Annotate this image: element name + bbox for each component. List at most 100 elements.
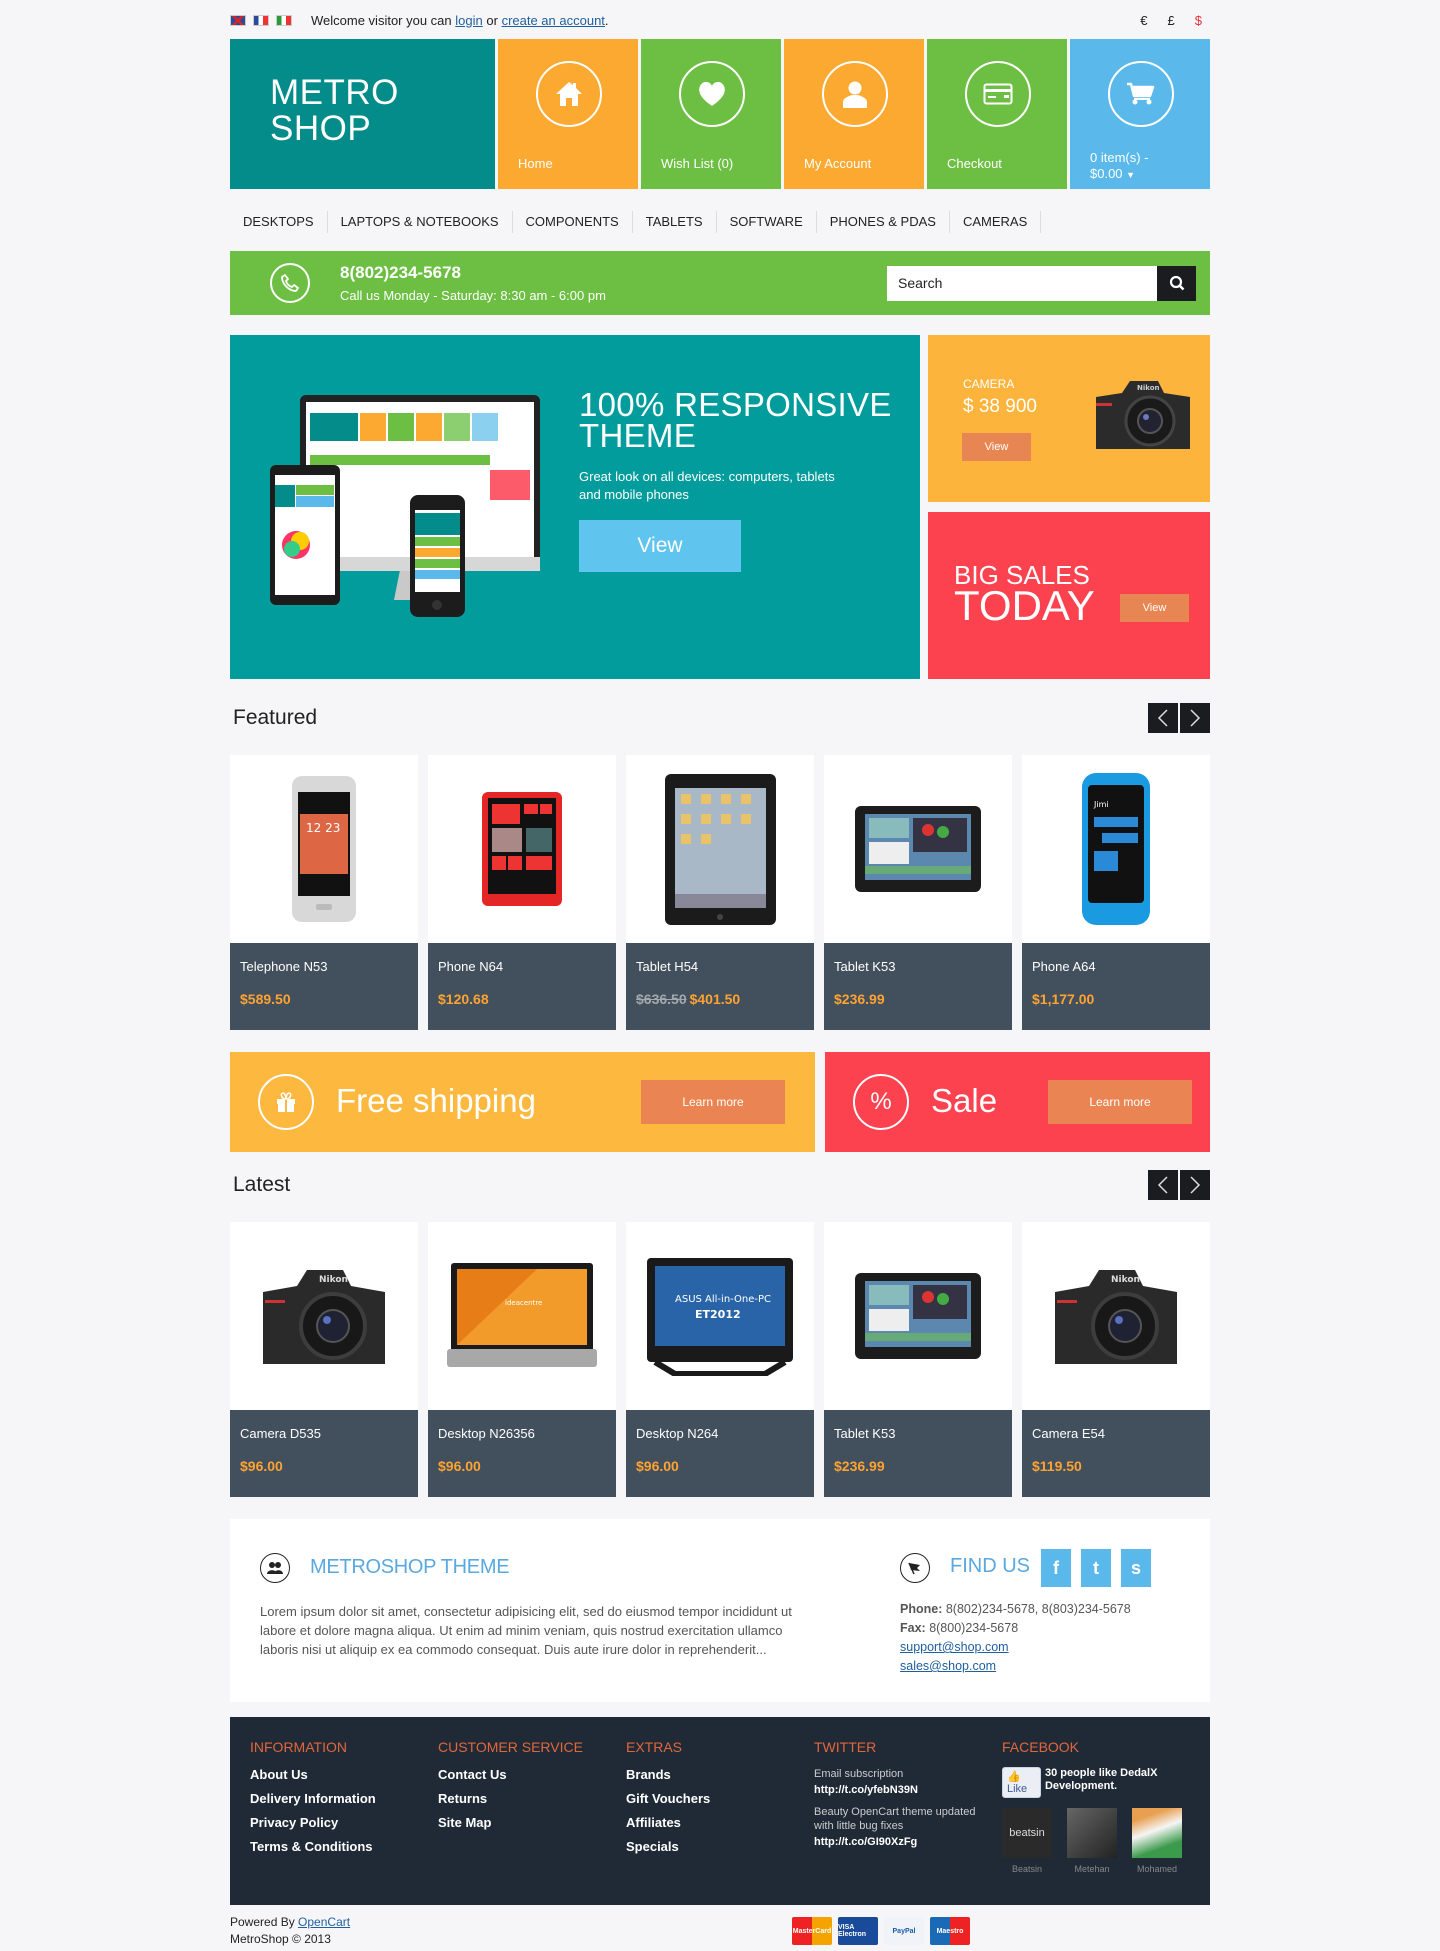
flag-icon bbox=[900, 1553, 930, 1583]
product-card[interactable]: Phone N64 $120.68 bbox=[428, 755, 616, 1030]
nav-tile-cart[interactable]: 0 item(s) - $0.00 ▼ bbox=[1070, 39, 1210, 189]
footer-link-contact[interactable]: Contact Us bbox=[438, 1767, 583, 1782]
featured-next-button[interactable] bbox=[1180, 703, 1210, 733]
promo-camera-view-button[interactable]: View bbox=[962, 433, 1031, 461]
menu-item-cameras[interactable]: CAMERAS bbox=[950, 211, 1042, 233]
sales-email-link[interactable]: sales@shop.com bbox=[900, 1659, 996, 1673]
nav-tile-checkout[interactable]: Checkout bbox=[927, 39, 1067, 189]
menu-item-components[interactable]: COMPONENTS bbox=[513, 211, 633, 233]
footer-link-about[interactable]: About Us bbox=[250, 1767, 376, 1782]
create-account-link[interactable]: create an account bbox=[502, 13, 605, 28]
contact-info: Phone: 8(802)234-5678, 8(803)234-5678 Fa… bbox=[900, 1600, 1131, 1676]
logo[interactable]: METRO SHOP bbox=[230, 39, 495, 189]
free-shipping-learn-more-button[interactable]: Learn more bbox=[641, 1080, 785, 1124]
menu-item-software[interactable]: SOFTWARE bbox=[717, 211, 817, 233]
product-card[interactable]: Nikon Camera E54 $119.50 bbox=[1022, 1222, 1210, 1497]
about-title: METROSHOP THEME bbox=[310, 1556, 510, 1578]
menu-item-tablets[interactable]: TABLETS bbox=[633, 211, 717, 233]
call-hours: Call us Monday - Saturday: 8:30 am - 6:0… bbox=[340, 288, 606, 303]
product-price-value: $401.50 bbox=[689, 991, 741, 1007]
product-image bbox=[428, 755, 616, 943]
footer-link-returns[interactable]: Returns bbox=[438, 1791, 583, 1806]
footer-twitter-title: TWITTER bbox=[814, 1739, 877, 1755]
latest-prev-button[interactable] bbox=[1148, 1170, 1178, 1200]
facebook-fan[interactable]: Mohamed bbox=[1132, 1808, 1182, 1874]
tweet-link[interactable]: http://t.co/GI90XzFg bbox=[814, 1836, 984, 1848]
product-image bbox=[626, 755, 814, 943]
tweet-link[interactable]: http://t.co/yfebN39N bbox=[814, 1784, 984, 1796]
product-card[interactable]: Tablet K53 $236.99 bbox=[824, 1222, 1012, 1497]
welcome-text: Welcome visitor you can login or create … bbox=[311, 13, 609, 28]
facebook-icon[interactable]: f bbox=[1041, 1549, 1071, 1587]
phone-silver-image: 12 23 bbox=[292, 776, 356, 922]
product-price-value: $236.99 bbox=[834, 991, 885, 1007]
menu-item-desktops[interactable]: DESKTOPS bbox=[230, 211, 328, 233]
product-info: Camera E54 $119.50 bbox=[1022, 1410, 1210, 1497]
product-info: Desktop N264 $96.00 bbox=[626, 1410, 814, 1497]
product-card[interactable]: Nikon Camera D535 $96.00 bbox=[230, 1222, 418, 1497]
currency-euro[interactable]: € bbox=[1140, 13, 1147, 28]
search-input[interactable] bbox=[887, 265, 1157, 301]
product-image: ASUS All-in-One-PC ET2012 bbox=[626, 1222, 814, 1410]
footer-link-vouchers[interactable]: Gift Vouchers bbox=[626, 1791, 710, 1806]
footer-link-brands[interactable]: Brands bbox=[626, 1767, 710, 1782]
uk-flag-icon[interactable] bbox=[230, 14, 246, 26]
login-link[interactable]: login bbox=[455, 13, 482, 28]
menu-item-phones[interactable]: PHONES & PDAS bbox=[817, 211, 950, 233]
latest-next-button[interactable] bbox=[1180, 1170, 1210, 1200]
featured-products: 12 23 Telephone N53 $589.50 Phone N64 $1… bbox=[230, 755, 1210, 1030]
menu-item-laptops[interactable]: LAPTOPS & NOTEBOOKS bbox=[328, 211, 513, 233]
cart-items: 0 item(s) - bbox=[1090, 150, 1149, 165]
facebook-fan[interactable]: beatsin Beatsin bbox=[1002, 1808, 1052, 1874]
product-card[interactable]: Tablet K53 $236.99 bbox=[824, 755, 1012, 1030]
product-name: Desktop N26356 bbox=[438, 1426, 535, 1441]
footer-link-delivery[interactable]: Delivery Information bbox=[250, 1791, 376, 1806]
chevron-left-icon bbox=[1157, 709, 1168, 727]
search-button[interactable] bbox=[1157, 265, 1196, 301]
footer-link-terms[interactable]: Terms & Conditions bbox=[250, 1839, 376, 1854]
period: . bbox=[604, 12, 609, 28]
nav-tile-home[interactable]: Home bbox=[498, 39, 638, 189]
product-card[interactable]: ASUS All-in-One-PC ET2012 Desktop N264 $9… bbox=[626, 1222, 814, 1497]
currency-pound[interactable]: £ bbox=[1168, 13, 1175, 28]
facebook-fans: beatsin Beatsin Metehan Mohamed bbox=[1002, 1808, 1192, 1874]
credit-card-icon bbox=[965, 61, 1031, 127]
currency-dollar[interactable]: $ bbox=[1195, 13, 1202, 28]
product-card[interactable]: Jimi Phone A64 $1,177.00 bbox=[1022, 755, 1210, 1030]
fr-flag-icon[interactable] bbox=[253, 14, 269, 26]
footer-link-sitemap[interactable]: Site Map bbox=[438, 1815, 583, 1830]
footer-link-affiliates[interactable]: Affiliates bbox=[626, 1815, 710, 1830]
responsive-devices-image bbox=[270, 395, 540, 617]
fan-avatar: beatsin bbox=[1002, 1808, 1052, 1858]
product-card[interactable]: ideacentre Desktop N26356 $96.00 bbox=[428, 1222, 616, 1497]
twitter-icon[interactable]: t bbox=[1081, 1549, 1111, 1587]
category-menu: DESKTOPS LAPTOPS & NOTEBOOKS COMPONENTS … bbox=[230, 210, 1210, 234]
featured-prev-button[interactable] bbox=[1148, 703, 1178, 733]
opencart-link[interactable]: OpenCart bbox=[298, 1915, 350, 1929]
phone-label: Phone: bbox=[900, 1602, 943, 1616]
nav-tile-account[interactable]: My Account bbox=[784, 39, 924, 189]
support-email-link[interactable]: support@shop.com bbox=[900, 1640, 1009, 1654]
nav-tile-wishlist[interactable]: Wish List (0) bbox=[641, 39, 781, 189]
chevron-right-icon bbox=[1190, 709, 1201, 727]
product-card[interactable]: 12 23 Telephone N53 $589.50 bbox=[230, 755, 418, 1030]
footer-link-specials[interactable]: Specials bbox=[626, 1839, 710, 1854]
facebook-likes-text: 30 people like DedalX Development. bbox=[1044, 1767, 1158, 1792]
footer-link-privacy[interactable]: Privacy Policy bbox=[250, 1815, 376, 1830]
facebook-fan[interactable]: Metehan bbox=[1067, 1808, 1117, 1874]
hero-view-button[interactable]: View bbox=[579, 520, 741, 572]
latest-carousel-controls bbox=[1148, 1170, 1210, 1200]
sale-learn-more-button[interactable]: Learn more bbox=[1048, 1080, 1192, 1124]
facebook-like-button[interactable]: 👍 Like bbox=[1002, 1767, 1041, 1798]
product-card[interactable]: Tablet H54 $636.50 $401.50 bbox=[626, 755, 814, 1030]
payment-methods: MasterCard VISA Electron PayPal Maestro bbox=[792, 1917, 970, 1945]
promo-camera: CAMERA $ 38 900 View Nikon bbox=[928, 335, 1210, 502]
skype-icon[interactable]: s bbox=[1121, 1549, 1151, 1587]
user-icon bbox=[822, 61, 888, 127]
promo-sales-view-button[interactable]: View bbox=[1120, 594, 1189, 622]
it-flag-icon[interactable] bbox=[276, 14, 292, 26]
maestro-icon: Maestro bbox=[930, 1917, 970, 1945]
promo-banners: Free shipping Learn more % Sale Learn mo… bbox=[230, 1052, 1210, 1152]
fax-value: 8(800)234-5678 bbox=[929, 1621, 1019, 1635]
product-price: $636.50 $401.50 bbox=[636, 991, 804, 1007]
